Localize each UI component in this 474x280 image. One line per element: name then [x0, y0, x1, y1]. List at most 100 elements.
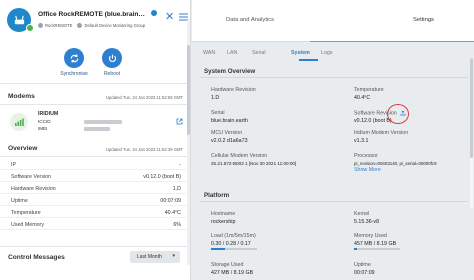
group-icon: [77, 23, 83, 28]
iridium-modem-version-field: Iridium Modem Version v1.3.1: [354, 130, 408, 144]
serial-field: Serial blue.brain.earth: [211, 110, 248, 124]
modem-iccid-redacted: [84, 120, 122, 124]
field-value: pi_revision=00403140, pi_serial=00000fc9: [354, 160, 437, 166]
overview-key: Temperature: [11, 210, 41, 216]
overview-value: v0.12.0 (boot B): [143, 174, 181, 180]
device-status-badge: [151, 10, 157, 16]
overview-row-uptime: Uptime 00:07:09: [0, 196, 190, 206]
overview-row-software-version: Software Version v0.12.0 (boot B): [0, 172, 190, 182]
left-scrollbar-thumb[interactable]: [187, 45, 190, 135]
signal-strength-icon: [10, 113, 28, 131]
field-value: 5.15.36-v8: [354, 218, 380, 225]
device-panel: Office RockREMOTE (blue.brain… RockREMOT…: [0, 0, 191, 280]
hostname-field: Hostname rockership: [211, 211, 235, 225]
uptime-field: Uptime 00:07:09: [354, 262, 375, 276]
subtab-logs[interactable]: Logs: [321, 50, 333, 56]
device-group-tag: Default Device Monitoring Group: [77, 23, 145, 28]
control-messages-title: Control Messages: [8, 254, 65, 261]
device-tags: RockREMOTE Default Device Monitoring Gro…: [38, 23, 145, 28]
storage-used-field: Storage Used 427 MB / 8.19 GB: [211, 262, 253, 276]
overview-value: 40.4°C: [164, 210, 181, 216]
modem-item: IRIDIUM ICCID IMEI: [0, 107, 190, 139]
field-label: Cellular Modem Version: [211, 153, 268, 159]
field-label: Storage Used: [211, 262, 244, 268]
overview-value: 6%: [173, 222, 181, 228]
period-select-value: Last Month: [137, 254, 162, 260]
field-value: v2.0.2 d1a6a73: [211, 137, 248, 144]
field-value: rockership: [211, 218, 236, 225]
platform-title: Platform: [204, 192, 230, 199]
show-more-link[interactable]: Show More: [354, 167, 437, 173]
device-title: Office RockREMOTE (blue.brain…: [38, 11, 145, 18]
overview-value: 00:07:09: [160, 198, 181, 204]
overview-row-used-memory: Used Memory 6%: [0, 220, 190, 230]
tab-settings[interactable]: Settings: [413, 17, 434, 23]
overview-title: Overview: [8, 145, 38, 152]
reboot-button[interactable]: Reboot: [87, 48, 137, 77]
device-header: Office RockREMOTE (blue.brain… RockREMOT…: [0, 0, 190, 42]
field-value: 457 MB / 8.19 GB: [354, 240, 397, 247]
modems-title: Modems: [8, 93, 35, 100]
overview-row-ip: IP -: [0, 160, 190, 170]
device-type-label: RockREMOTE: [45, 23, 73, 28]
field-value: blue.brain.earth: [211, 117, 248, 124]
mcu-version-field: MCU Version v2.0.2 d1a6a73: [211, 130, 248, 144]
field-value: 1.D: [211, 94, 220, 101]
modems-updated: Updated Tue, 24 Jan 2023 11:52:59 GMT: [106, 95, 183, 100]
sync-icon: [64, 48, 84, 68]
modem-name: IRIDIUM: [38, 111, 59, 117]
field-label: Hardware Revision: [211, 87, 256, 93]
subtab-wan[interactable]: WAN: [203, 50, 215, 56]
right-scrollbar-thumb[interactable]: [470, 58, 473, 158]
field-label: Serial: [211, 110, 225, 116]
memory-used-field: Memory Used 457 MB / 8.19 GB: [354, 233, 396, 247]
device-type-tag: RockREMOTE: [38, 23, 72, 28]
overview-row-temperature: Temperature 40.4°C: [0, 208, 190, 218]
platform-header: Platform: [200, 190, 468, 202]
subtab-lan[interactable]: LAN: [227, 50, 237, 56]
reboot-label: Reboot: [103, 71, 121, 77]
router-icon: [14, 15, 24, 24]
overview-value: -: [179, 162, 181, 168]
hardware-revision-field: Hardware Revision 1.D: [211, 87, 256, 101]
modems-section-header: Modems Updated Tue, 24 Jan 2023 11:52:59…: [0, 90, 190, 105]
power-icon: [102, 48, 122, 68]
main-tabs: Data and Analytics Settings: [192, 0, 474, 42]
left-scrollbar[interactable]: [187, 20, 190, 265]
temperature-field: Temperature 40.4°C: [354, 87, 384, 101]
external-link-icon[interactable]: [176, 118, 183, 125]
subtab-serial[interactable]: Serial: [252, 50, 266, 56]
period-select[interactable]: Last Month ▾: [130, 251, 180, 263]
subtab-system[interactable]: System: [291, 50, 310, 56]
field-label: Iridium Modem Version: [354, 130, 409, 136]
overview-key: Uptime: [11, 198, 28, 204]
field-label: Uptime: [354, 262, 371, 268]
overview-key: Used Memory: [11, 222, 44, 228]
memory-bar: [354, 248, 400, 250]
overview-updated: Updated Tue, 24 Jan 2023 11:52:39 GMT: [106, 147, 183, 152]
field-value: 0.30 / 0.28 / 0.17: [211, 240, 251, 247]
field-label: Temperature: [354, 87, 384, 93]
tab-data-and-analytics[interactable]: Data and Analytics: [226, 17, 274, 23]
active-subtab-indicator: [299, 59, 318, 61]
field-label: Load (1m/5m/15m): [211, 233, 256, 239]
overview-key: IP: [11, 162, 17, 168]
modem-imei-label: IMEI: [38, 126, 48, 131]
field-value: 00:07:09: [354, 269, 375, 276]
memory-bar-fill: [354, 248, 357, 250]
overview-section-header: Overview Updated Tue, 24 Jan 2023 11:52:…: [0, 142, 190, 157]
highlight-annotation: [387, 104, 409, 124]
system-overview-title: System Overview: [204, 68, 256, 75]
field-value: 40.4°C: [354, 94, 371, 101]
load-bar: [211, 248, 257, 250]
cellular-modem-version-field: Cellular Modem Version 25.21.672-B003 1 …: [211, 153, 296, 166]
kernel-field: Kernel 5.15.36-v8: [354, 211, 379, 225]
right-scrollbar[interactable]: [470, 58, 473, 208]
field-value: v1.3.1: [354, 137, 369, 144]
field-label: Hostname: [211, 211, 236, 217]
close-icon[interactable]: ✕: [165, 12, 174, 23]
processor-field: Processor pi_revision=00403140, pi_seria…: [354, 153, 437, 173]
device-group-label: Default Device Monitoring Group: [84, 23, 146, 28]
system-overview-header: System Overview: [200, 66, 468, 78]
field-label: Memory Used: [354, 233, 387, 239]
